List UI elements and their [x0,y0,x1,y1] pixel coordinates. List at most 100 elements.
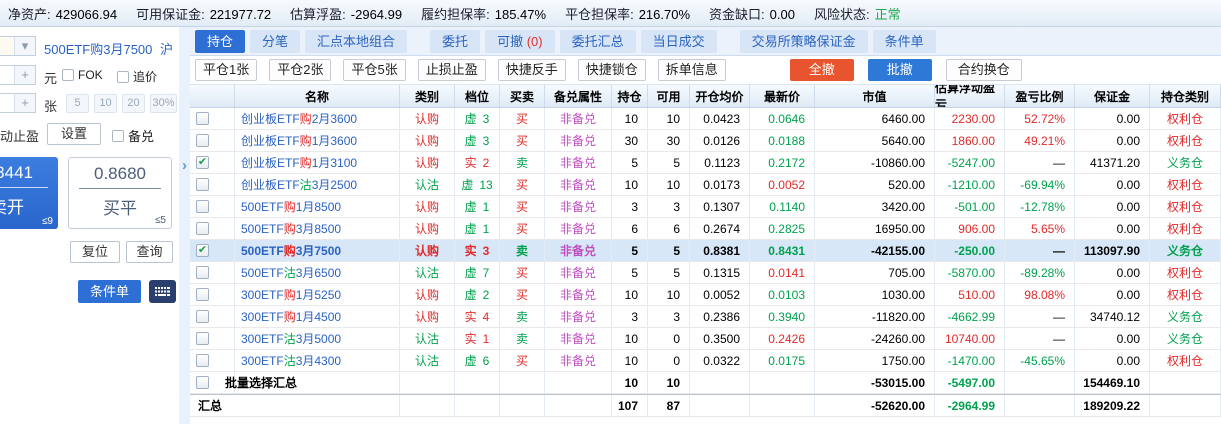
fok-checkbox[interactable]: FOK [62,68,103,82]
chevron-down-icon[interactable]: ▾ [14,37,35,55]
row-checkbox[interactable]: ✔ [196,156,209,169]
checkbox-cell [190,218,235,239]
name-prefix: 500ETF [241,266,284,280]
row-checkbox[interactable] [196,376,209,389]
row-checkbox[interactable] [196,134,209,147]
checkbox-cell [190,262,235,283]
action-button-平仓1张[interactable]: 平仓1张 [195,59,257,81]
contract-select[interactable]: ▾ [0,36,36,56]
cell-position: 5 [612,240,648,261]
action-button-快捷反手[interactable]: 快捷反手 [498,59,566,81]
covered-checkbox[interactable]: 备兑 [112,126,154,145]
column-header: 盈亏比例 [1005,85,1075,107]
cell-position: 30 [612,130,648,151]
table-row[interactable]: 创业板ETF购2月3600认购虚 3买非备兑10100.04230.064664… [190,108,1221,130]
tab-委托汇总[interactable]: 委托汇总 [560,30,636,53]
quantity-input[interactable]: + [0,93,36,113]
buy-close-button[interactable]: 0.8680 买平 ≤5 [68,157,172,229]
table-row[interactable]: 500ETF购1月8500认购虚 1买非备兑330.13070.11403420… [190,196,1221,218]
table-row[interactable]: 300ETF沽3月5000认沽实 1卖非备兑1000.35000.2426-24… [190,328,1221,350]
tab-持仓[interactable]: 持仓 [195,30,245,53]
price-input[interactable]: + [0,65,36,85]
plus-icon[interactable]: + [14,94,35,112]
row-checkbox[interactable] [196,354,209,367]
action-button-批撤[interactable]: 批撤 [868,59,932,81]
qty-preset-button[interactable]: 10 [94,94,117,113]
plus-icon[interactable]: + [14,66,35,84]
action-button-全撤[interactable]: 全撤 [790,59,854,81]
topbar-stat: 资金缺口:0.00 [709,4,795,23]
cell-level: 虚 2 [455,284,500,305]
row-checkbox[interactable] [196,332,209,345]
cell-open-price: 0.2674 [690,218,750,239]
cell-market-value: 1030.00 [815,284,935,305]
keyboard-button[interactable] [149,280,176,303]
tab-汇点本地组合[interactable]: 汇点本地组合 [305,30,407,53]
cell-last-price: 0.0103 [750,284,815,305]
panel-expand-chevron-icon[interactable]: › [179,157,190,174]
action-button-平仓2张[interactable]: 平仓2张 [269,59,331,81]
action-button-快捷锁仓[interactable]: 快捷锁仓 [578,59,646,81]
cell-available: 5 [648,262,690,283]
checkbox-icon[interactable] [117,71,129,83]
checkbox-cell [190,284,235,305]
checkbox-icon[interactable] [112,130,124,142]
cell-position-type: 权利仓 [1150,218,1221,239]
row-checkbox[interactable] [196,288,209,301]
row-checkbox[interactable] [196,178,209,191]
row-checkbox[interactable] [196,310,209,323]
row-checkbox[interactable] [196,200,209,213]
checkbox-icon[interactable] [62,69,74,81]
qty-preset-button[interactable]: 30% [150,94,177,113]
table-row[interactable]: 300ETF沽3月4300认沽虚 6买非备兑1000.03220.0175175… [190,350,1221,372]
table-row[interactable]: ✔创业板ETF购1月3100认购实 2卖非备兑550.11230.2172-10… [190,152,1221,174]
table-row[interactable]: 300ETF购1月4500认购实 4卖非备兑330.23860.3940-118… [190,306,1221,328]
row-checkbox[interactable] [196,222,209,235]
topbar-stat: 履约担保率:185.47% [421,4,546,23]
query-button[interactable]: 查询 [126,241,173,263]
qty-preset-button[interactable]: 5 [66,94,89,113]
cell-position: 10 [612,328,648,349]
action-button-拆单信息[interactable]: 拆单信息 [658,59,726,81]
cell-margin: 0.00 [1075,218,1150,239]
tab-交易所策略保证金[interactable]: 交易所策略保证金 [740,30,868,53]
name-option-type: 购 [284,198,296,215]
cell-position-type: 权利仓 [1150,262,1221,283]
batch-summary-row[interactable]: 批量选择汇总1010-53015.00-5497.00154469.10 [190,372,1221,394]
cell-empty [690,372,750,393]
tab-分笔[interactable]: 分笔 [250,30,300,53]
tab-可撤[interactable]: 可撤 (0) [485,30,555,53]
settings-button[interactable]: 设置 [47,123,101,145]
tab-委托[interactable]: 委托 [430,30,480,53]
column-header: 持仓 [612,85,648,107]
column-header: 备兑属性 [545,85,612,107]
column-header: 市值 [815,85,935,107]
cell-covered: 非备兑 [545,284,612,305]
tab-条件单[interactable]: 条件单 [873,30,936,53]
sell-open-button[interactable]: 0.8441 卖开 ≤9 [0,157,58,229]
action-button-合约换仓[interactable]: 合约换仓 [946,59,1022,81]
table-row[interactable]: 创业板ETF购1月3600认购虚 3买非备兑30300.01260.018856… [190,130,1221,152]
row-checkbox[interactable]: ✔ [196,244,209,257]
table-row[interactable]: 创业板ETF沽3月2500认沽虚 13买非备兑10100.01730.00525… [190,174,1221,196]
table-row[interactable]: 500ETF购3月8500认购虚 1买非备兑660.26740.28251695… [190,218,1221,240]
cell-side: 卖 [500,240,545,261]
column-header: 买卖 [500,85,545,107]
chase-price-checkbox[interactable]: 追价 [117,68,157,85]
table-row[interactable]: 300ETF购1月5250认购虚 2买非备兑10100.00520.010310… [190,284,1221,306]
action-button-平仓5张[interactable]: 平仓5张 [343,59,405,81]
panel-divider [179,27,190,424]
action-button-止损止盈[interactable]: 止损止盈 [418,59,486,81]
table-row[interactable]: ✔500ETF购3月7500认购实 3卖非备兑550.83810.8431-42… [190,240,1221,262]
tab-当日成交[interactable]: 当日成交 [641,30,717,53]
table-row[interactable]: 500ETF沽3月6500认沽虚 7买非备兑550.13150.0141705.… [190,262,1221,284]
stat-value: 正常 [875,7,901,22]
cell-position-type: 权利仓 [1150,196,1221,217]
condition-order-button[interactable]: 条件单 [78,280,141,303]
checkbox-cell: ✔ [190,240,235,261]
row-checkbox[interactable] [196,112,209,125]
qty-preset-button[interactable]: 20 [122,94,145,113]
reset-button[interactable]: 复位 [70,241,120,263]
cell-empty [545,372,612,393]
row-checkbox[interactable] [196,266,209,279]
